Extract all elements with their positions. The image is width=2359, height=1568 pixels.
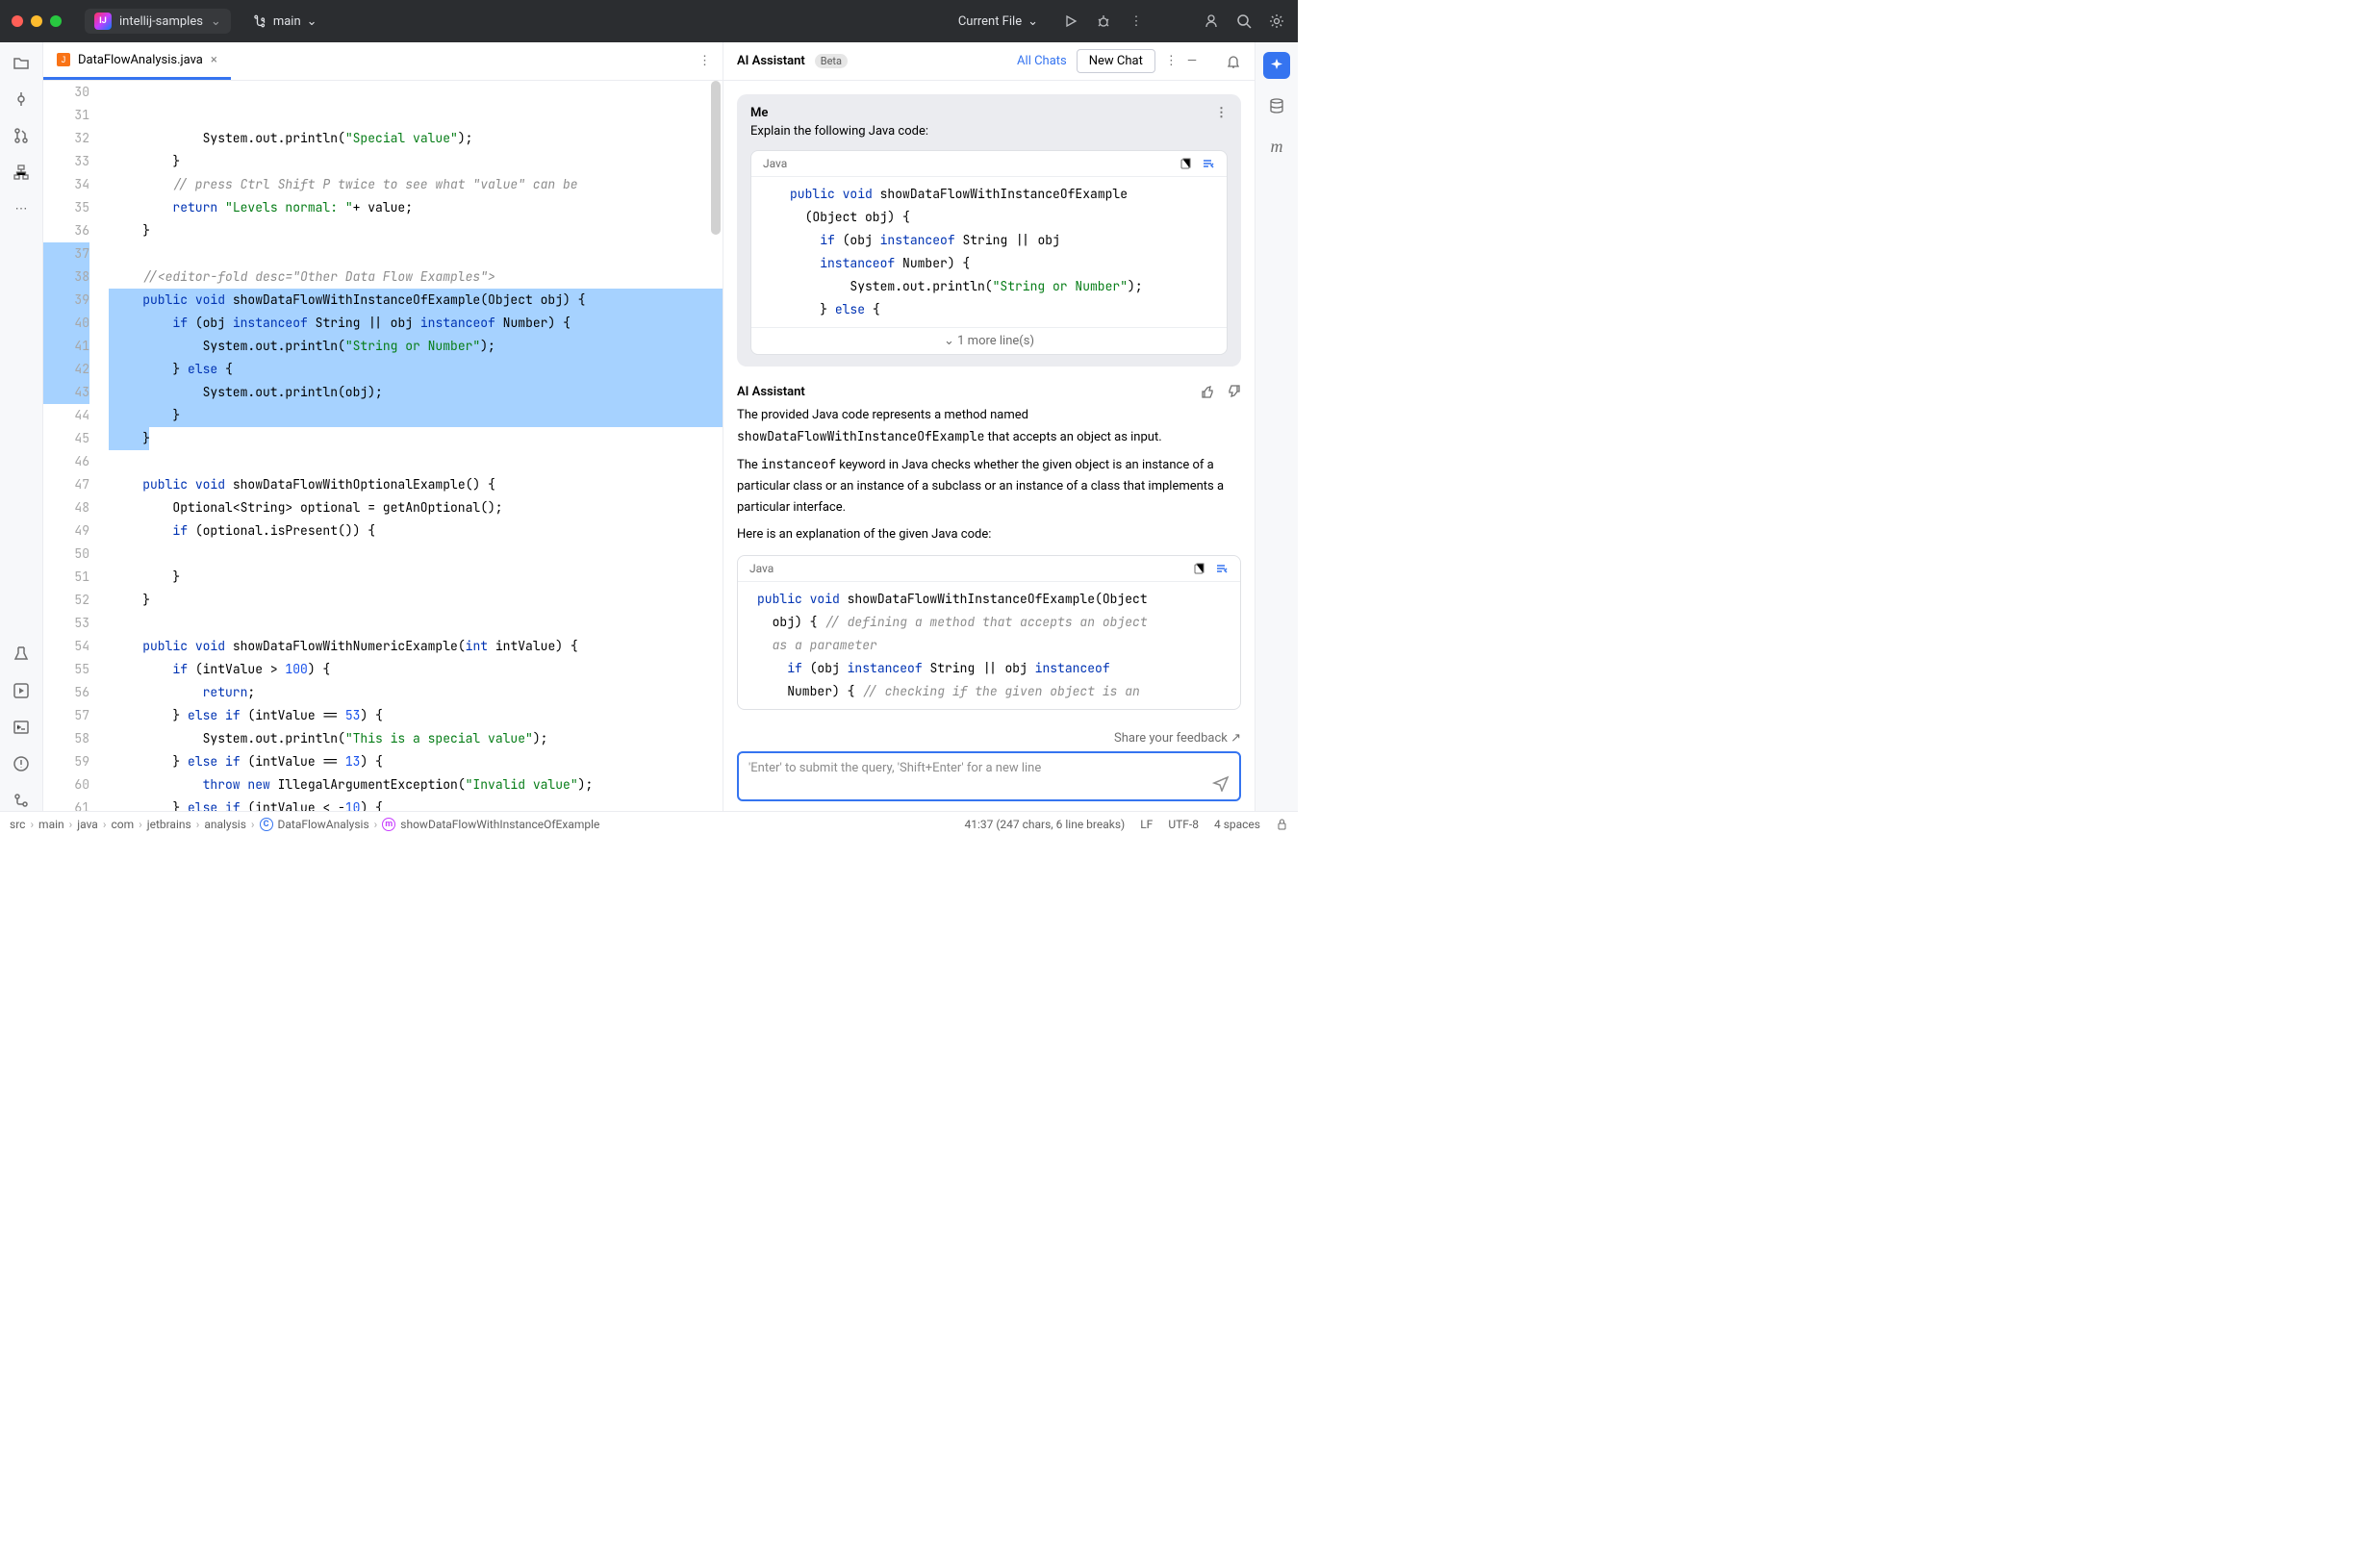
assistant-text-1: The provided Java code represents a meth… xyxy=(737,405,1241,448)
left-toolbar: ⋯ xyxy=(0,42,43,811)
readonly-lock-icon[interactable] xyxy=(1276,818,1288,830)
copy-code-icon[interactable] xyxy=(1192,562,1205,575)
status-bar: src›main›java›com›jetbrains›analysis›CDa… xyxy=(0,811,1298,836)
workspace: ⋯ J DataFlowAnalysis.java × ⋮ 3031323334… xyxy=(0,42,1298,811)
code-content[interactable]: System.out.println("Special value"); } /… xyxy=(109,81,723,811)
project-selector[interactable]: IJ intellij-samples ⌄ xyxy=(85,9,231,34)
expand-code-button[interactable]: 1 more line(s) xyxy=(751,327,1227,354)
send-icon[interactable] xyxy=(1212,774,1230,792)
beta-badge: Beta xyxy=(815,54,848,68)
debug-button[interactable] xyxy=(1094,12,1113,31)
pull-requests-icon[interactable] xyxy=(11,125,32,146)
chevron-down-icon: ⌄ xyxy=(1027,14,1038,29)
assistant-text-3: Here is an explanation of the given Java… xyxy=(737,524,1241,545)
cursor-position[interactable]: 41:37 (247 chars, 6 line breaks) xyxy=(964,818,1125,831)
minimize-window-icon[interactable] xyxy=(31,15,42,27)
svg-text:J: J xyxy=(62,55,66,64)
assistant-name: AI Assistant xyxy=(737,385,805,399)
code-snippet-body: public void showDataFlowWithInstanceOfEx… xyxy=(751,177,1227,327)
insert-code-icon[interactable] xyxy=(1202,157,1215,170)
window-controls xyxy=(12,15,62,27)
run-button[interactable] xyxy=(1061,12,1080,31)
editor-tabs: J DataFlowAnalysis.java × ⋮ xyxy=(43,42,723,81)
tab-options-icon[interactable]: ⋮ xyxy=(698,54,723,68)
notifications-icon[interactable] xyxy=(1226,54,1241,69)
indent-info[interactable]: 4 spaces xyxy=(1214,818,1260,831)
ai-title: AI Assistant xyxy=(737,54,805,68)
assistant-message: AI Assistant The provided Java code repr… xyxy=(737,384,1241,710)
maven-tool-icon[interactable]: m xyxy=(1263,133,1290,160)
share-feedback-link[interactable]: Share your feedback ↗ xyxy=(1114,731,1241,746)
intellij-icon: IJ xyxy=(94,13,112,30)
assistant-code-snippet: Java public void showDataFlowWithInstanc… xyxy=(737,555,1241,710)
branch-icon xyxy=(254,14,267,28)
more-actions-icon[interactable]: ⋮ xyxy=(1127,12,1146,31)
problems-tool-icon[interactable] xyxy=(11,753,32,774)
message-options-icon[interactable]: ⋮ xyxy=(1215,106,1228,120)
user-code-snippet: Java public void showDataFlowWithInstanc… xyxy=(750,150,1228,355)
minimize-panel-icon[interactable]: — xyxy=(1187,54,1197,68)
build-tool-icon[interactable] xyxy=(11,644,32,665)
line-separator[interactable]: LF xyxy=(1140,818,1153,831)
tab-filename: DataFlowAnalysis.java xyxy=(78,53,203,67)
user-name: Me xyxy=(750,106,768,120)
user-message: Me ⋮ Explain the following Java code: Ja… xyxy=(737,94,1241,367)
run-config-name: Current File xyxy=(958,14,1022,29)
assistant-text-2: The instanceof keyword in Java checks wh… xyxy=(737,454,1241,518)
titlebar: IJ intellij-samples ⌄ main ⌄ Current Fil… xyxy=(0,0,1298,42)
breadcrumbs[interactable]: src›main›java›com›jetbrains›analysis›CDa… xyxy=(10,818,599,831)
ai-conversation: Me ⋮ Explain the following Java code: Ja… xyxy=(723,81,1255,725)
more-tools-icon[interactable]: ⋯ xyxy=(11,198,32,219)
editor-tab[interactable]: J DataFlowAnalysis.java × xyxy=(43,42,231,80)
ai-assistant-tool-icon[interactable] xyxy=(1263,52,1290,79)
search-icon[interactable] xyxy=(1234,12,1254,31)
vcs-branch[interactable]: main ⌄ xyxy=(244,11,327,33)
database-tool-icon[interactable] xyxy=(1263,92,1290,119)
all-chats-link[interactable]: All Chats xyxy=(1017,54,1067,68)
user-prompt-text: Explain the following Java code: xyxy=(750,124,1228,139)
panel-options-icon[interactable]: ⋮ xyxy=(1165,54,1178,68)
chevron-down-icon: ⌄ xyxy=(307,14,317,29)
line-gutter: 3031323334353637383940414243444546474849… xyxy=(43,81,109,811)
run-config-selector[interactable]: Current File ⌄ xyxy=(949,11,1048,33)
code-language-label: Java xyxy=(763,157,787,170)
file-encoding[interactable]: UTF-8 xyxy=(1168,818,1199,831)
ai-footer: Share your feedback ↗ 'Enter' to submit … xyxy=(723,725,1255,811)
code-snippet-body: public void showDataFlowWithInstanceOfEx… xyxy=(738,582,1240,709)
project-name: intellij-samples xyxy=(119,14,203,29)
close-window-icon[interactable] xyxy=(12,15,23,27)
ai-assistant-panel: AI Assistant Beta All Chats New Chat ⋮ —… xyxy=(723,42,1255,811)
thumbs-up-icon[interactable] xyxy=(1201,384,1216,399)
ai-input-placeholder: 'Enter' to submit the query, 'Shift+Ente… xyxy=(748,761,1041,775)
copy-code-icon[interactable] xyxy=(1179,157,1192,170)
structure-tool-icon[interactable] xyxy=(11,162,32,183)
ai-input[interactable]: 'Enter' to submit the query, 'Shift+Ente… xyxy=(737,751,1241,801)
insert-code-icon[interactable] xyxy=(1215,562,1229,575)
vertical-scrollbar[interactable] xyxy=(711,81,721,235)
chevron-down-icon: ⌄ xyxy=(211,14,221,29)
project-tool-icon[interactable] xyxy=(11,52,32,73)
code-with-me-icon[interactable] xyxy=(1202,12,1221,31)
right-toolbar: m xyxy=(1255,42,1298,811)
maximize-window-icon[interactable] xyxy=(50,15,62,27)
ai-panel-header: AI Assistant Beta All Chats New Chat ⋮ — xyxy=(723,42,1255,81)
settings-icon[interactable] xyxy=(1267,12,1286,31)
vcs-tool-icon[interactable] xyxy=(11,790,32,811)
new-chat-button[interactable]: New Chat xyxy=(1077,49,1155,73)
terminal-tool-icon[interactable] xyxy=(11,717,32,738)
close-tab-icon[interactable]: × xyxy=(211,53,217,67)
branch-name: main xyxy=(273,14,301,29)
java-file-icon: J xyxy=(57,53,70,66)
commit-tool-icon[interactable] xyxy=(11,89,32,110)
code-language-label: Java xyxy=(749,562,774,575)
editor-panel: J DataFlowAnalysis.java × ⋮ 303132333435… xyxy=(43,42,723,811)
code-editor[interactable]: 3031323334353637383940414243444546474849… xyxy=(43,81,723,811)
thumbs-down-icon[interactable] xyxy=(1226,384,1241,399)
run-tool-icon[interactable] xyxy=(11,680,32,701)
